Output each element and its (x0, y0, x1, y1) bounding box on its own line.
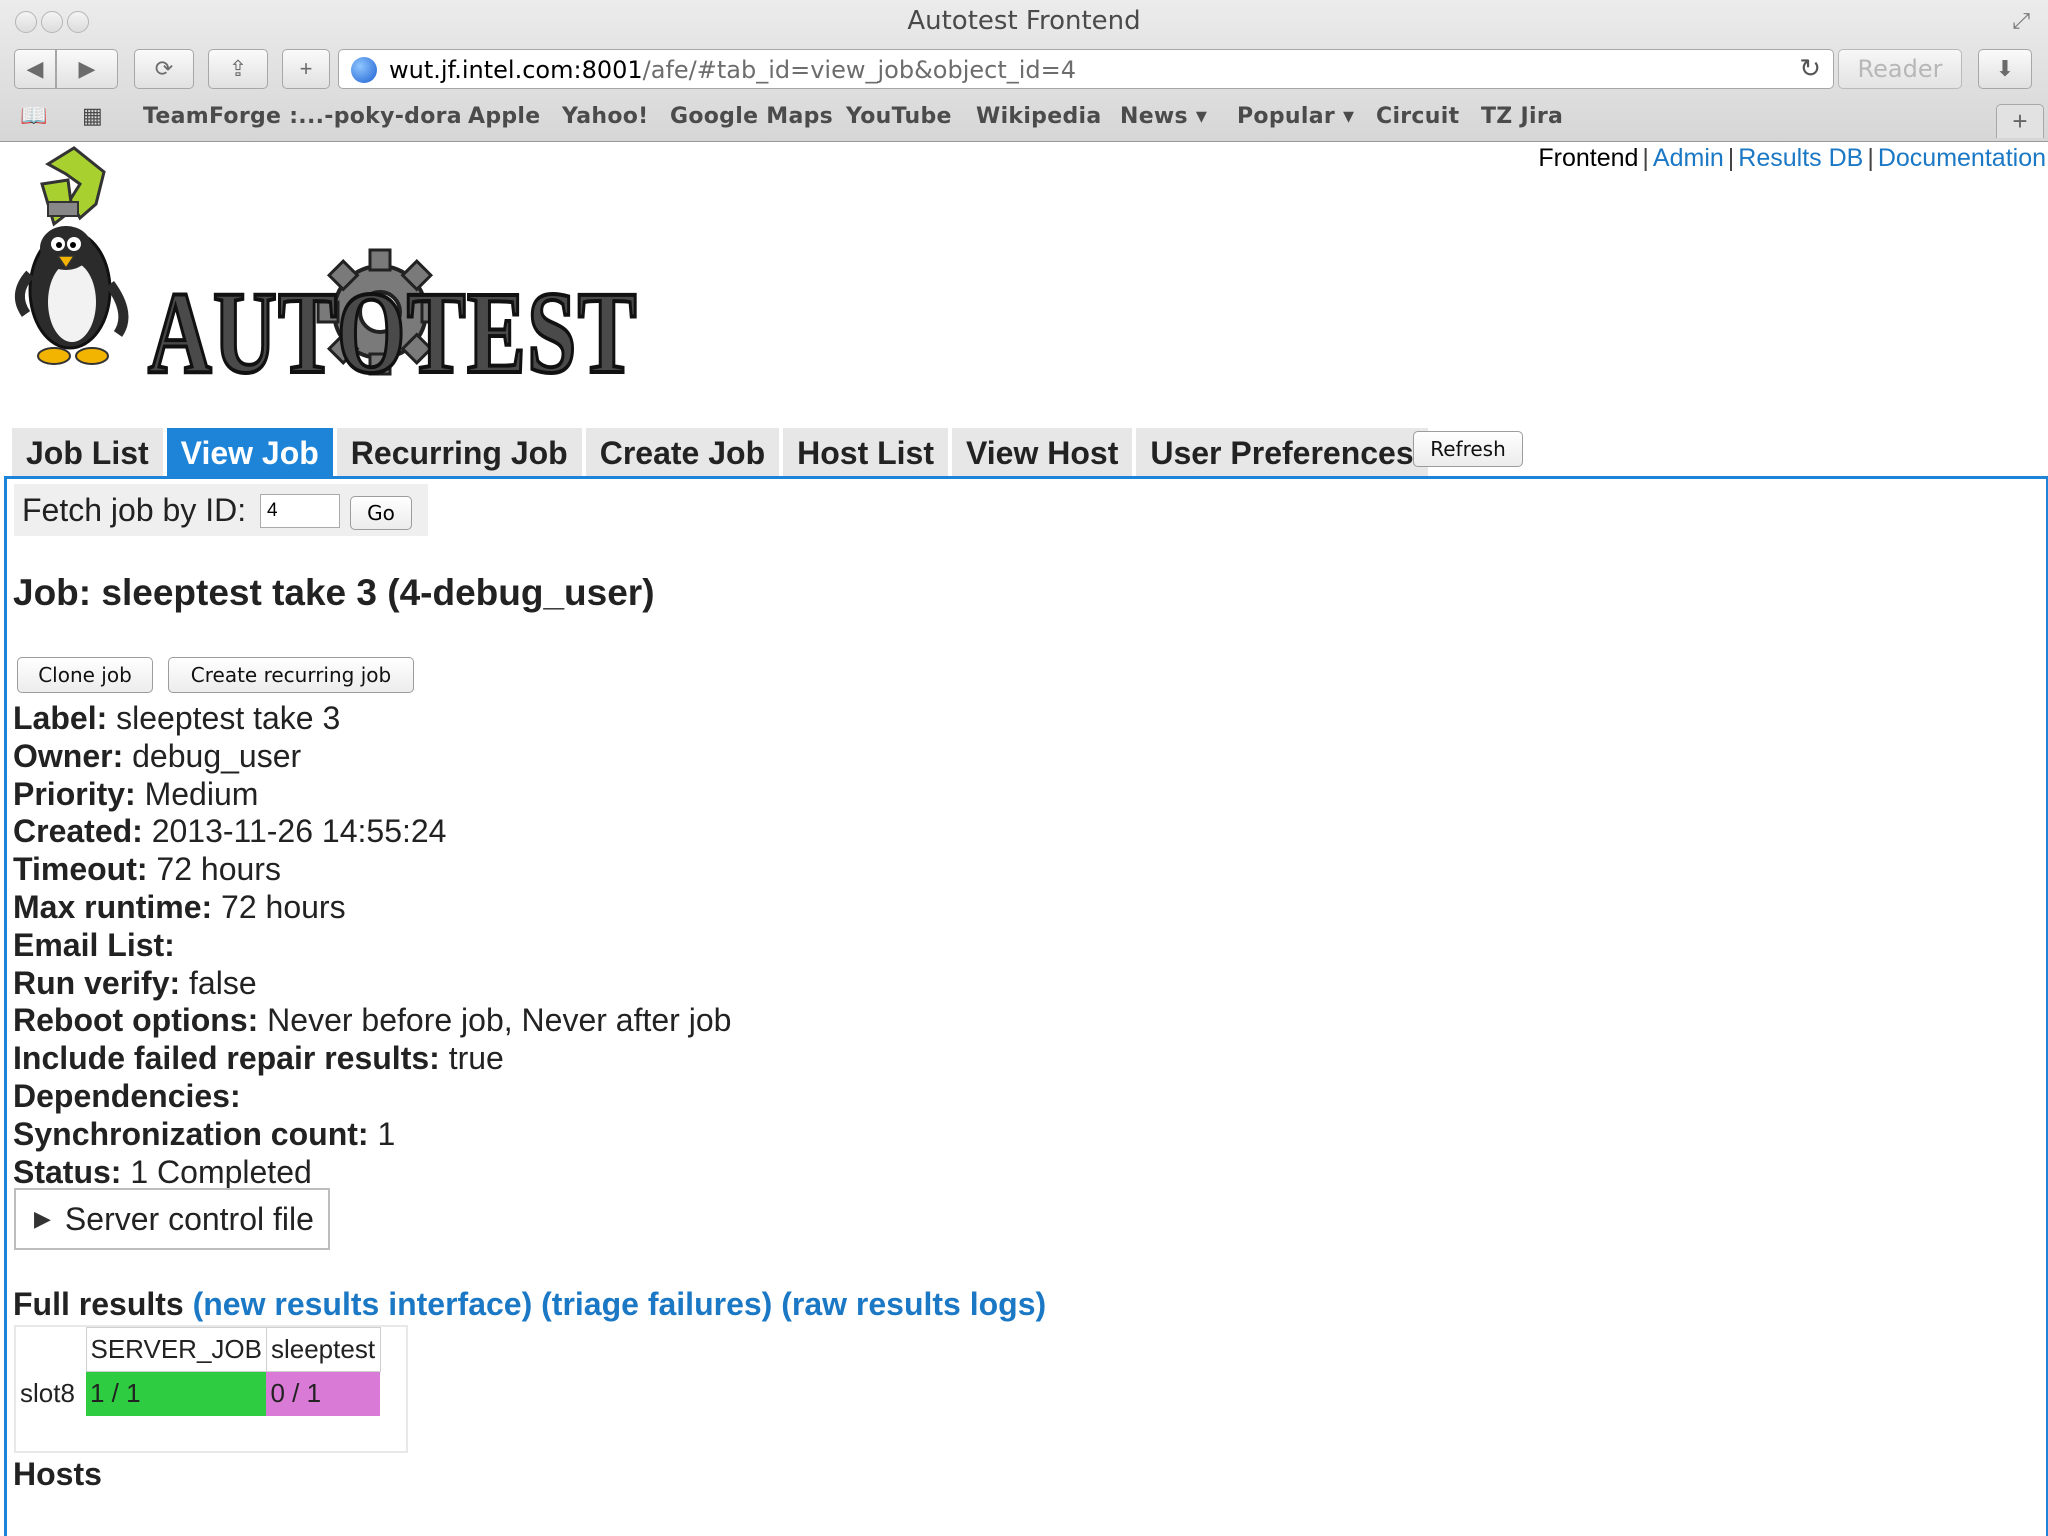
tab-view-job[interactable]: View Job (166, 428, 333, 478)
column-header[interactable]: SERVER_JOB (85, 1327, 267, 1372)
globe-icon (351, 57, 377, 83)
job-id-input[interactable] (260, 494, 340, 528)
tab-job-list[interactable]: Job List (12, 428, 163, 478)
fetch-job-row: Fetch job by ID: Go (14, 484, 428, 536)
detail-email-list-row: Email List: (13, 926, 175, 963)
bookmark-item[interactable]: TeamForge :...-poky-dora (143, 104, 462, 129)
back-arrow-icon: ◀ (26, 56, 44, 81)
result-cell-fail[interactable]: 0 / 1 (266, 1371, 381, 1416)
go-button[interactable]: Go (350, 496, 412, 530)
window-title: Autotest Frontend (907, 6, 1141, 36)
share-button[interactable]: ⇪ (208, 49, 268, 89)
penguin-mascot-icon (15, 146, 129, 365)
hosts-heading: Hosts (13, 1456, 102, 1492)
admin-link[interactable]: Admin (1653, 144, 1724, 172)
new-tab-button[interactable]: + (1996, 104, 2044, 138)
clone-job-button[interactable]: Clone job (17, 657, 153, 693)
tab-user-preferences[interactable]: User Preferences (1136, 428, 1428, 478)
detail-sync-count-row: Synchronization count: 1 (13, 1115, 396, 1152)
tab-recurring-job[interactable]: Recurring Job (336, 428, 582, 478)
book-icon[interactable]: 📖 (20, 104, 48, 129)
fullscreen-icon[interactable]: ⤢ (2012, 8, 2030, 34)
detail-max-runtime-row: Max runtime: 72 hours (13, 888, 346, 925)
address-bar[interactable]: wut.jf.intel.com:8001/afe/#tab_id=view_j… (338, 49, 1834, 89)
column-header[interactable]: sleeptest (265, 1327, 381, 1372)
history-button[interactable]: ⟳ (134, 49, 194, 89)
server-control-label: Server control file (64, 1200, 314, 1237)
back-button[interactable]: ◀ (14, 49, 56, 89)
bookmarks-bar: 📖 ▦ TeamForge :...-poky-dora Apple Yahoo… (0, 100, 2048, 136)
new-results-interface-link[interactable]: (new results interface) (193, 1286, 533, 1322)
disclosure-triangle-icon: ▶ (34, 1206, 51, 1231)
detail-priority-row: Priority: Medium (13, 775, 259, 812)
refresh-button[interactable]: Refresh (1413, 431, 1523, 467)
reader-button[interactable]: Reader (1838, 49, 1962, 89)
tab-create-job[interactable]: Create Job (585, 428, 780, 478)
detail-reboot-options-row: Reboot options: Never before job, Never … (13, 1002, 732, 1039)
bookmark-item[interactable]: Yahoo! (562, 104, 648, 129)
detail-dependencies-row: Dependencies: (13, 1077, 241, 1114)
tab-host-list[interactable]: Host List (783, 428, 948, 478)
reload-icon[interactable]: ↻ (1799, 53, 1821, 84)
history-icon: ⟳ (154, 56, 174, 81)
forward-button[interactable]: ▶ (56, 49, 118, 89)
logo-wordmark: AUTOTEST (148, 267, 638, 384)
bookmark-item[interactable]: TZ Jira (1481, 104, 1563, 129)
triage-failures-link[interactable]: (triage failures) (541, 1286, 772, 1322)
forward-arrow-icon: ▶ (78, 56, 96, 81)
full-results-heading: Full results (new results interface) (tr… (13, 1286, 1047, 1322)
share-icon: ⇪ (228, 56, 248, 81)
documentation-link[interactable]: Documentation (1878, 144, 2046, 172)
job-details: Label: sleeptest take 3 Owner: debug_use… (13, 700, 731, 1191)
bookmark-item[interactable]: Circuit (1376, 104, 1459, 129)
frontend-link[interactable]: Frontend (1538, 144, 1638, 172)
fetch-job-label: Fetch job by ID: (22, 492, 247, 528)
download-icon: ⬇ (1995, 56, 2015, 81)
url-text[interactable]: wut.jf.intel.com:8001/afe/#tab_id=view_j… (389, 56, 1076, 84)
results-table: SERVER_JOB sleeptest slot8 1 / 1 0 / 1 (14, 1325, 408, 1453)
detail-timeout-row: Timeout: 72 hours (13, 851, 281, 888)
bookmark-item[interactable]: Popular ▾ (1237, 104, 1354, 129)
downloads-button[interactable]: ⬇ (1978, 49, 2032, 89)
autotest-logo: AUTOTEST (15, 146, 638, 384)
detail-run-verify-row: Run verify: false (13, 964, 257, 1001)
detail-status-row: Status: 1 Completed (13, 1153, 312, 1190)
server-control-file-toggle[interactable]: ▶ Server control file (14, 1188, 330, 1250)
main-tab-bar: Job List View Job Recurring Job Create J… (12, 428, 1432, 478)
grid-icon[interactable]: ▦ (82, 104, 103, 129)
tab-view-host[interactable]: View Host (952, 428, 1133, 478)
detail-owner-row: Owner: debug_user (13, 737, 302, 774)
top-nav-links: Frontend | Admin | Results DB | Documentation (1538, 144, 2046, 172)
detail-created-row: Created: 2013-11-26 14:55:24 (13, 813, 447, 850)
create-recurring-job-button[interactable]: Create recurring job (168, 657, 414, 693)
bookmark-item[interactable]: Google Maps (670, 104, 833, 129)
browser-toolbar: Autotest Frontend ⤢ ◀ ▶ ⟳ ⇪ + wut.jf.int… (0, 0, 2048, 142)
detail-include-failed-row: Include failed repair results: true (13, 1040, 504, 1077)
results-db-link[interactable]: Results DB (1738, 144, 1863, 172)
add-bookmark-button[interactable]: + (282, 49, 330, 89)
bookmark-item[interactable]: YouTube (846, 104, 952, 129)
result-cell-pass[interactable]: 1 / 1 (86, 1371, 267, 1416)
bookmark-item[interactable]: Apple (468, 104, 540, 129)
raw-results-logs-link[interactable]: (raw results logs) (781, 1286, 1046, 1322)
bookmark-item[interactable]: News ▾ (1120, 104, 1207, 129)
detail-label-row: Label: sleeptest take 3 (13, 700, 341, 736)
table-row: slot8 1 / 1 0 / 1 (16, 1371, 381, 1416)
plus-icon: + (299, 56, 313, 81)
table-header-row: SERVER_JOB sleeptest (16, 1327, 381, 1372)
host-cell[interactable]: slot8 (16, 1372, 86, 1416)
bookmark-item[interactable]: Wikipedia (976, 104, 1101, 129)
job-title: Job: sleeptest take 3 (4-debug_user) (13, 572, 655, 613)
